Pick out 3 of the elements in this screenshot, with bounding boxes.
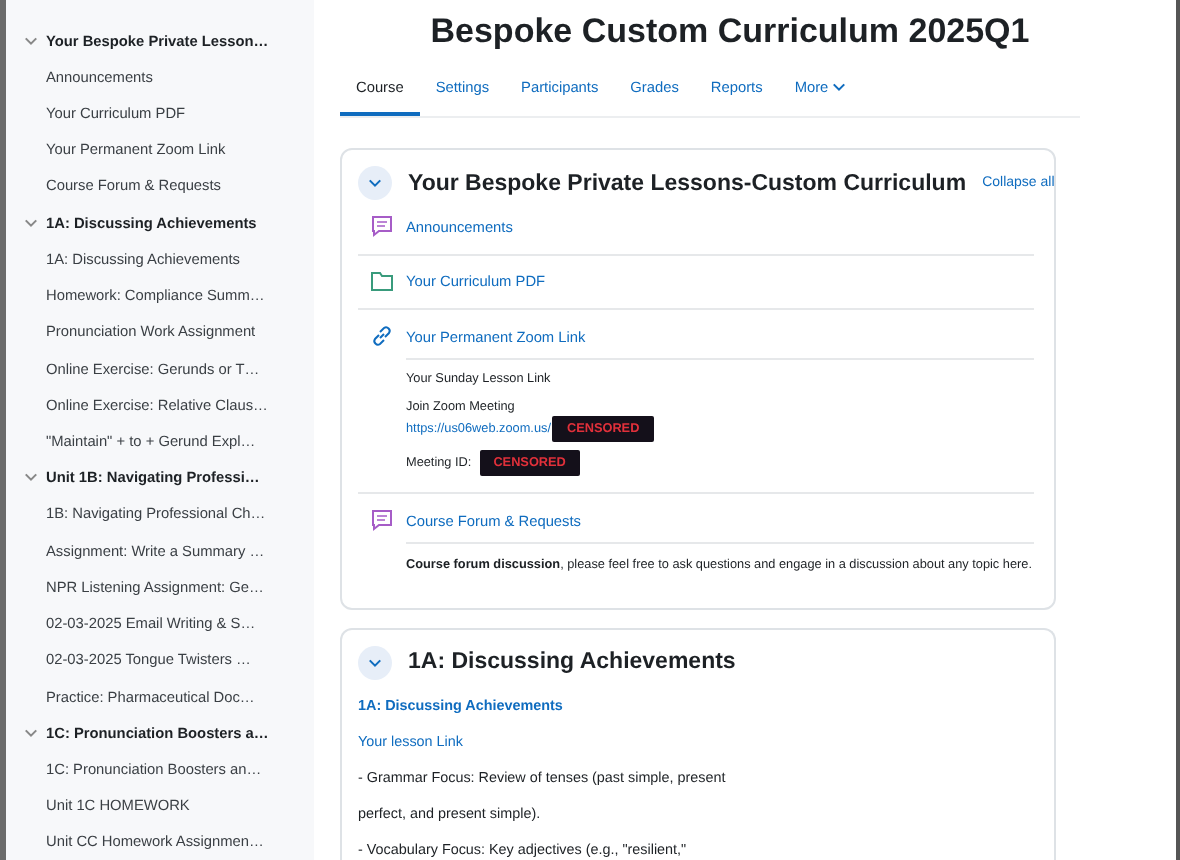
section-title: Your Bespoke Private Lessons-Custom Curriculum [408, 171, 967, 195]
course-title: Bespoke Custom Curriculum 2025Q1 [428, 12, 1032, 52]
section-title: 1A: Discussing Achievements [408, 650, 738, 675]
